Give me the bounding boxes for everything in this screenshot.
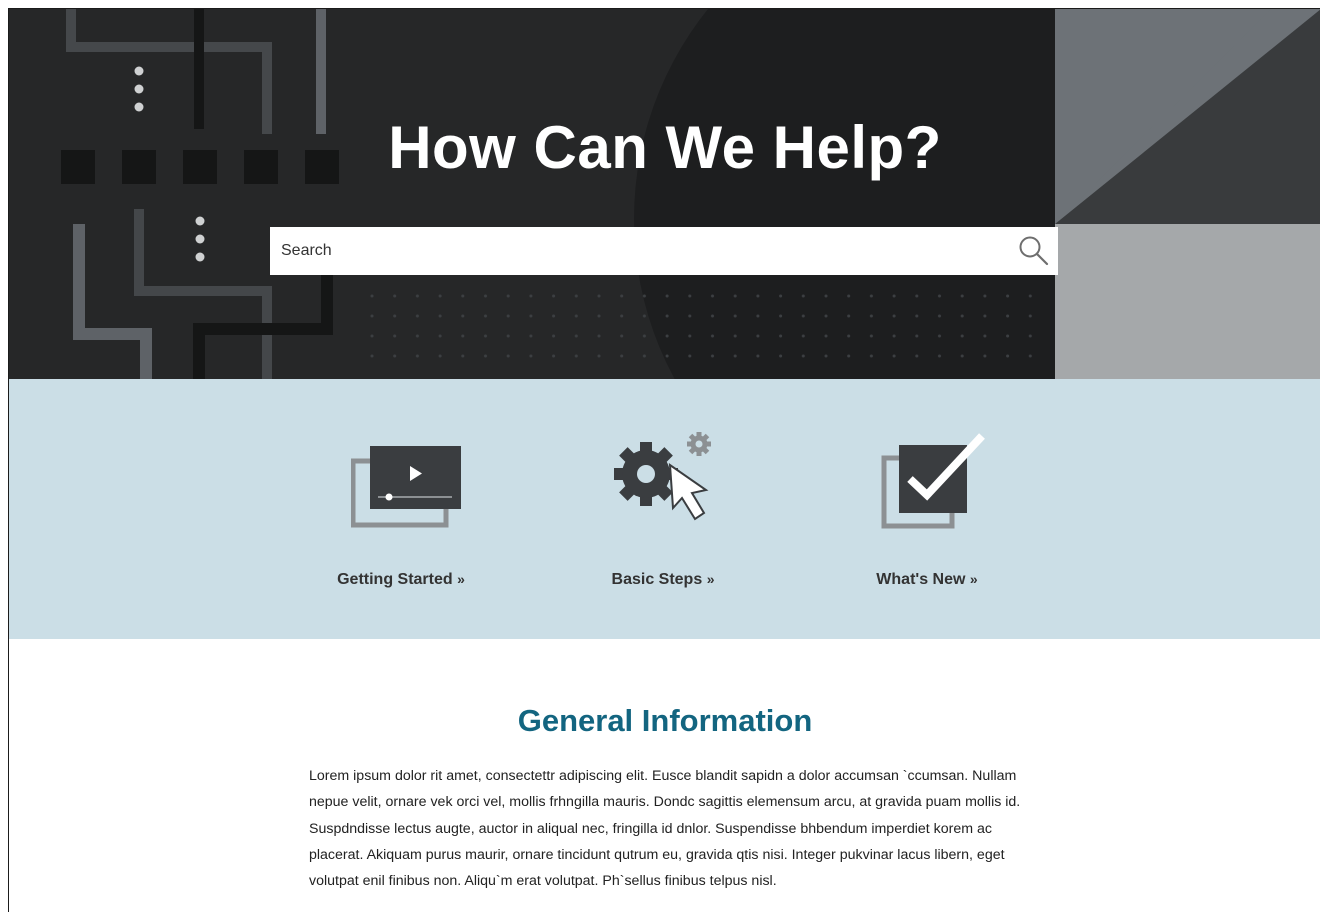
quick-link-label: What's New » (876, 571, 978, 588)
quick-link-label: Basic Steps » (611, 571, 715, 588)
search-bar (270, 227, 1058, 275)
deco-dot (134, 66, 144, 76)
hero-title: How Can We Help? (388, 114, 942, 181)
deco-dot (134, 84, 144, 94)
deco-dot-grid (365, 289, 1045, 369)
gear-cursor-icon (614, 432, 711, 521)
deco-dot (195, 216, 205, 226)
deco-dot (195, 234, 205, 244)
quick-link-getting-started[interactable]: Getting Started » (301, 379, 501, 639)
video-player-icon (351, 446, 461, 528)
page-frame: How Can We Help? Getting Started » (8, 8, 1320, 912)
circuit-line (66, 9, 272, 134)
search-button[interactable] (1016, 233, 1052, 269)
quick-link-label: Getting Started » (337, 571, 465, 588)
general-information-title: General Information (517, 703, 813, 738)
quick-link-whats-new[interactable]: What's New » (827, 379, 1027, 639)
magnifier-icon (1019, 236, 1049, 266)
quick-link-basic-steps[interactable]: Basic Steps » (563, 379, 763, 639)
hero-banner: How Can We Help? (9, 9, 1320, 379)
deco-square (183, 150, 217, 184)
deco-dot (195, 252, 205, 262)
hero-right-lower-panel (1055, 224, 1320, 379)
checkbox-checked-icon (881, 433, 985, 529)
deco-dot (134, 102, 144, 112)
search-input[interactable] (270, 227, 990, 275)
general-information-body: Lorem ipsum dolor rit amet, consectettr … (309, 768, 1021, 890)
quick-links-section: Getting Started » Basic Steps » What's N… (9, 379, 1320, 639)
deco-square (61, 150, 95, 184)
hero-background-graphic (61, 9, 1320, 379)
deco-square (122, 150, 156, 184)
